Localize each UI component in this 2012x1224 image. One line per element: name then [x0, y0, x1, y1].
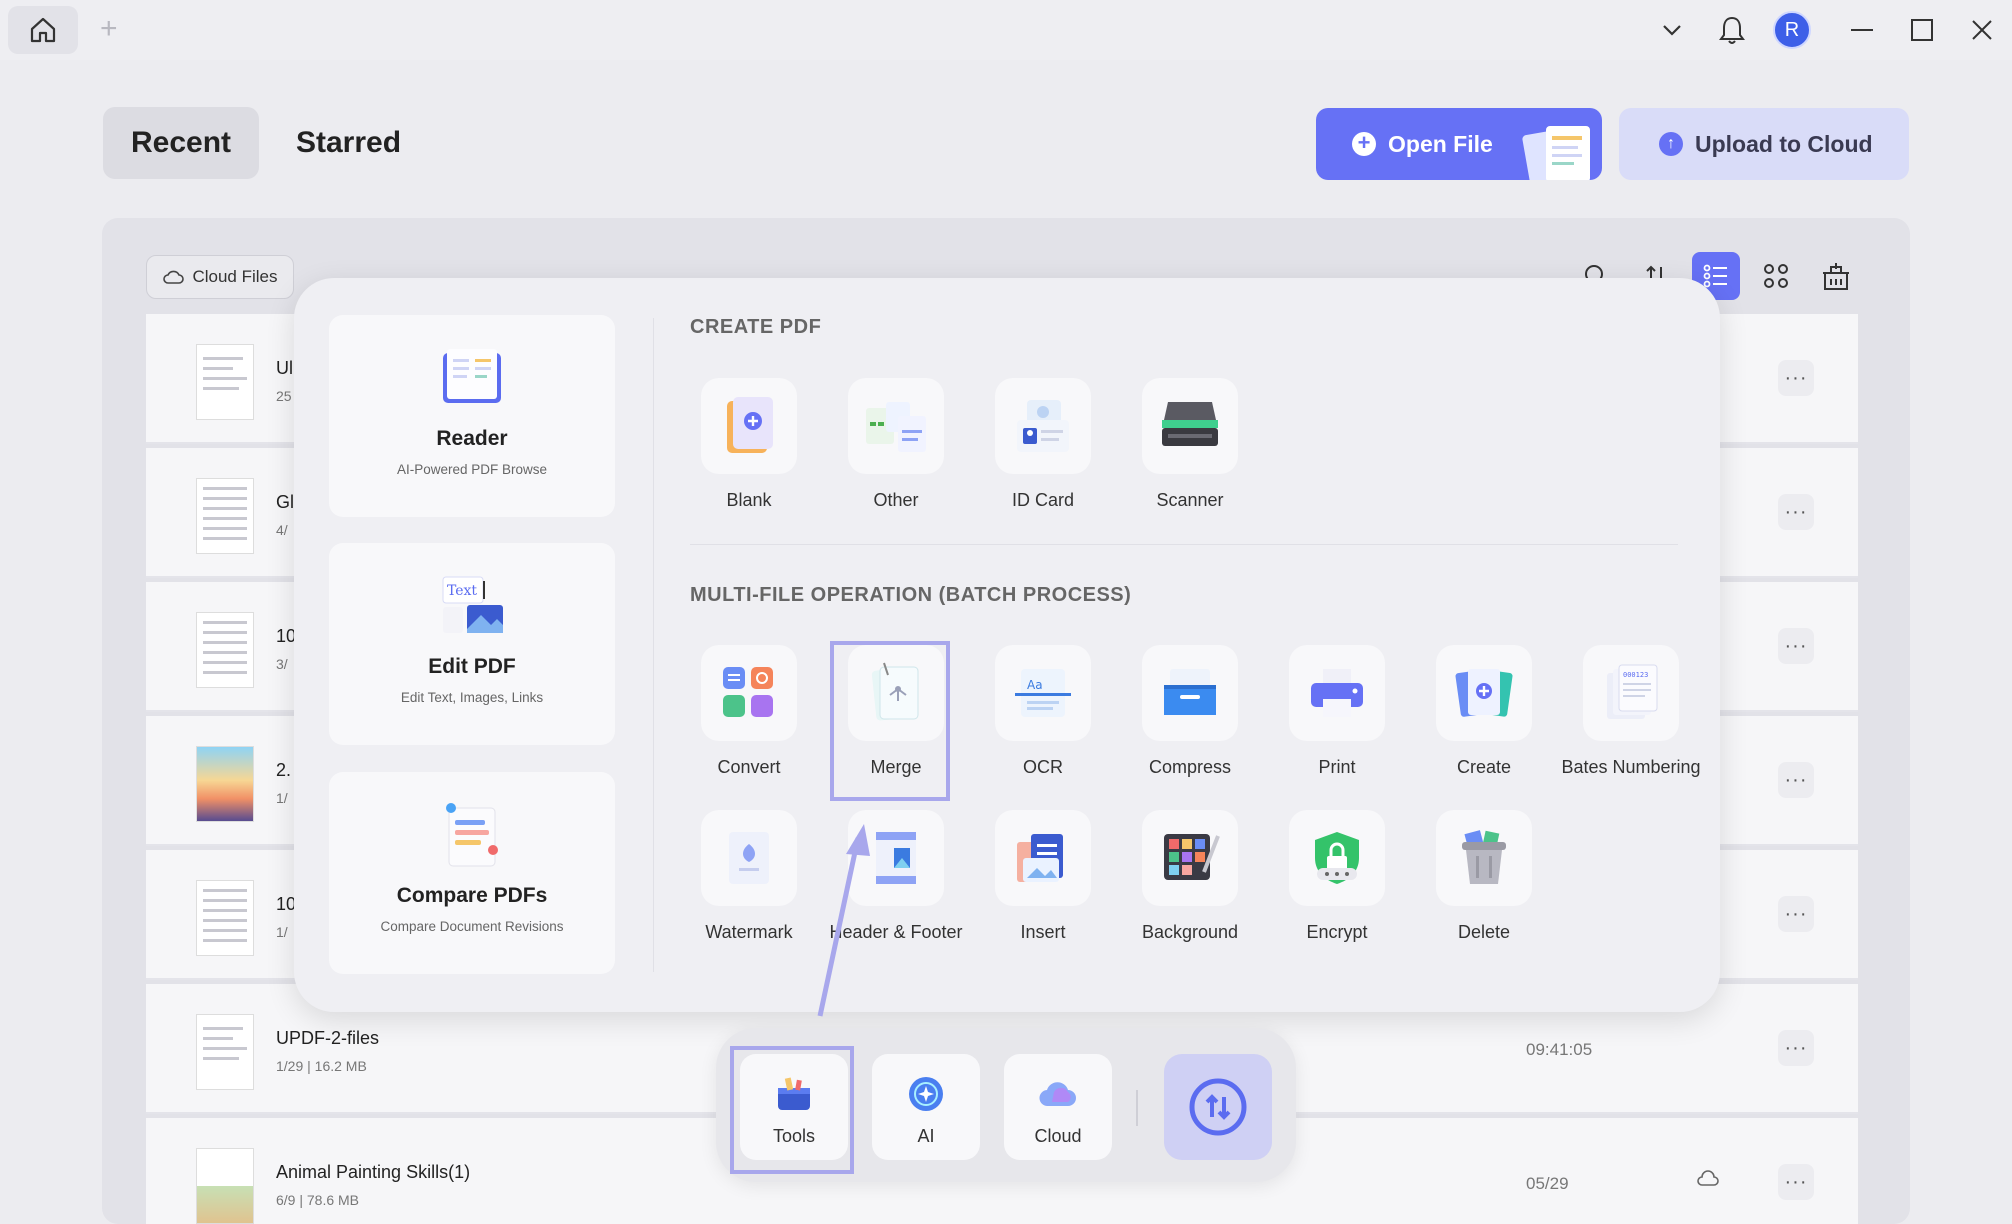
bottom-dock: Tools AI Cloud	[716, 1028, 1296, 1182]
dock-cloud-label: Cloud	[1034, 1126, 1082, 1146]
ai-assistant-icon	[909, 1077, 943, 1111]
dock-cloud-button[interactable]: Cloud	[1004, 1054, 1112, 1160]
dock-ai-label: AI	[917, 1126, 935, 1146]
dock-separator	[1136, 1090, 1138, 1126]
dock-mode-toggle-button[interactable]	[1164, 1054, 1272, 1160]
tools-highlight	[730, 1046, 854, 1174]
dock-ai-button[interactable]: AI	[872, 1054, 980, 1160]
sort-toggle-icon	[1189, 1078, 1247, 1136]
cloud-icon	[1039, 1082, 1076, 1107]
